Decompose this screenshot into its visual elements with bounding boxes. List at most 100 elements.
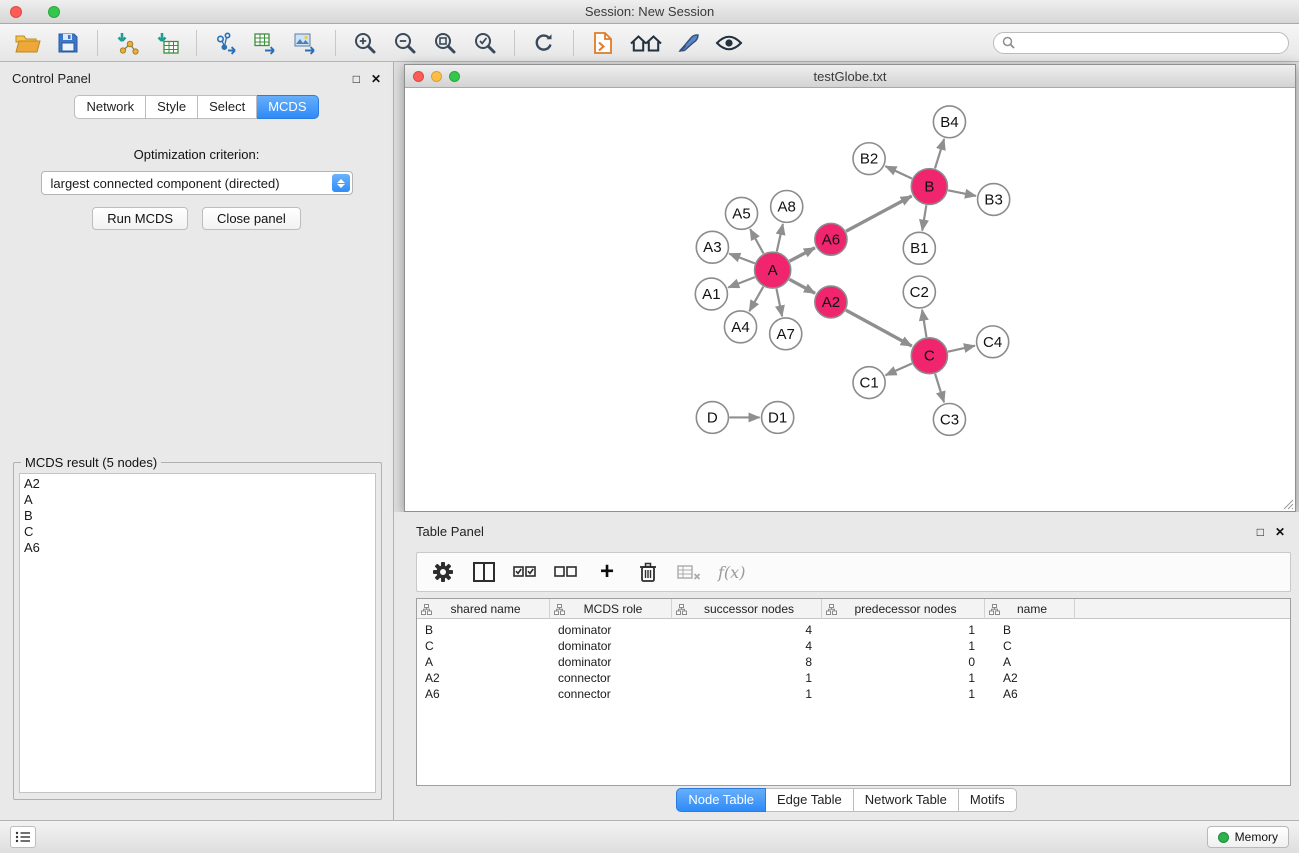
network-window-titlebar[interactable]: testGlobe.txt — [405, 65, 1295, 88]
run-mcds-button[interactable]: Run MCDS — [92, 207, 188, 230]
export-table-button[interactable] — [248, 27, 284, 59]
table-row[interactable]: A6connector11A6 — [417, 686, 1290, 702]
close-window-button[interactable] — [10, 6, 22, 18]
column-header-predecessor-nodes[interactable]: predecessor nodes — [822, 599, 985, 619]
graph-edge-C-C4[interactable] — [948, 346, 975, 352]
delete-column-button[interactable] — [636, 559, 660, 585]
deselect-all-columns-button[interactable] — [554, 559, 578, 585]
tab-network[interactable]: Network — [74, 95, 146, 119]
graph-node-A5[interactable]: A5 — [725, 197, 757, 229]
tab-motifs[interactable]: Motifs — [959, 788, 1017, 812]
close-panel-button[interactable]: Close panel — [202, 207, 301, 230]
column-header-mcds-role[interactable]: MCDS role — [550, 599, 672, 619]
network-graph[interactable]: B4 B2 B B3 A8 A5 A6 A3 B1 A C2 A1 A2 A4 A7 C4 C C1 C3 D D1 — [405, 88, 1295, 511]
graph-node-A1[interactable]: A1 — [695, 278, 727, 310]
tab-select[interactable]: Select — [198, 95, 257, 119]
graph-edge-A-A8[interactable] — [777, 224, 783, 252]
graph-node-A[interactable]: A — [755, 252, 791, 288]
first-neighbors-button[interactable] — [625, 27, 667, 59]
graph-node-C2[interactable]: C2 — [903, 276, 935, 308]
graph-node-C3[interactable]: C3 — [933, 404, 965, 436]
zoom-selected-button[interactable] — [467, 27, 503, 59]
close-table-panel-icon[interactable]: ✕ — [1275, 526, 1285, 538]
graph-edge-B-B2[interactable] — [885, 166, 912, 178]
result-item[interactable]: C — [24, 524, 371, 540]
graph-edge-B-B4[interactable] — [935, 139, 944, 168]
select-all-columns-button[interactable] — [513, 559, 537, 585]
result-item[interactable]: A2 — [24, 476, 371, 492]
close-panel-icon[interactable]: ✕ — [371, 73, 381, 85]
import-table-button[interactable] — [149, 27, 185, 59]
table-row[interactable]: A2connector11A2 — [417, 670, 1290, 686]
resize-grip[interactable] — [1282, 498, 1294, 510]
tab-mcds[interactable]: MCDS — [257, 95, 318, 119]
graph-edge-A-A4[interactable] — [749, 287, 763, 312]
graph-edge-C-C2[interactable] — [922, 310, 926, 337]
zoom-in-button[interactable] — [347, 27, 383, 59]
refresh-view-button[interactable] — [526, 27, 562, 59]
zoom-window-button[interactable] — [48, 6, 60, 18]
column-header-name[interactable]: name — [985, 599, 1075, 619]
graph-node-C[interactable]: C — [911, 338, 947, 374]
network-from-selection-button[interactable] — [585, 27, 621, 59]
result-item[interactable]: A — [24, 492, 371, 508]
title-bar[interactable]: Session: New Session — [0, 0, 1299, 24]
graph-edge-C-C1[interactable] — [886, 363, 912, 375]
graph-node-B2[interactable]: B2 — [853, 143, 885, 175]
graph-node-D1[interactable]: D1 — [762, 402, 794, 434]
graph-edge-C-C3[interactable] — [935, 374, 944, 403]
graph-edge-A-A6[interactable] — [790, 248, 815, 261]
network-zoom-button[interactable] — [449, 71, 460, 82]
create-column-button[interactable]: + — [595, 559, 619, 585]
graph-node-C1[interactable]: C1 — [853, 367, 885, 399]
network-view-window[interactable]: testGlobe.txt B4 B2 B B3 A8 A5 A6 A3 B1 A C2 A1 A2 A4… — [404, 64, 1296, 512]
column-header-shared-name[interactable]: shared name — [417, 599, 550, 619]
graph-node-A6[interactable]: A6 — [815, 223, 847, 255]
graph-edge-A2-C[interactable] — [846, 310, 912, 346]
export-network-button[interactable] — [208, 27, 244, 59]
network-minimize-button[interactable] — [431, 71, 442, 82]
open-session-button[interactable] — [10, 27, 46, 59]
column-header-successor-nodes[interactable]: successor nodes — [672, 599, 822, 619]
graph-node-A3[interactable]: A3 — [696, 231, 728, 263]
save-session-button[interactable] — [50, 27, 86, 59]
graph-node-B4[interactable]: B4 — [933, 106, 965, 138]
memory-indicator[interactable]: Memory — [1207, 826, 1289, 848]
tab-edge-table[interactable]: Edge Table — [766, 788, 854, 812]
graph-edge-B-B3[interactable] — [948, 190, 976, 196]
search-input[interactable] — [1020, 36, 1280, 50]
tab-node-table[interactable]: Node Table — [676, 788, 766, 812]
graph-node-B[interactable]: B — [911, 169, 947, 205]
zoom-fit-button[interactable] — [427, 27, 463, 59]
graph-edge-A-A1[interactable] — [728, 277, 755, 287]
search-box[interactable] — [993, 32, 1289, 54]
show-graphics-button[interactable] — [711, 27, 747, 59]
graph-edge-A-A7[interactable] — [776, 289, 782, 317]
float-table-panel-icon[interactable]: □ — [1257, 526, 1264, 538]
export-image-button[interactable] — [288, 27, 324, 59]
import-network-button[interactable] — [109, 27, 145, 59]
tab-network-table[interactable]: Network Table — [854, 788, 959, 812]
table-settings-button[interactable] — [431, 559, 455, 585]
table-row[interactable]: Cdominator41C — [417, 638, 1290, 654]
graph-node-A7[interactable]: A7 — [770, 318, 802, 350]
graph-node-A8[interactable]: A8 — [771, 191, 803, 223]
graph-node-C4[interactable]: C4 — [977, 326, 1009, 358]
result-item[interactable]: B — [24, 508, 371, 524]
graph-node-B1[interactable]: B1 — [903, 232, 935, 264]
table-row[interactable]: Adominator80A — [417, 654, 1290, 670]
zoom-out-button[interactable] — [387, 27, 423, 59]
show-columns-button[interactable] — [472, 559, 496, 585]
criterion-dropdown[interactable]: largest connected component (directed) — [41, 171, 353, 195]
graph-node-D[interactable]: D — [696, 402, 728, 434]
graph-edge-B-B1[interactable] — [922, 205, 926, 230]
graph-edge-A-A5[interactable] — [750, 229, 763, 253]
graph-node-A4[interactable]: A4 — [724, 311, 756, 343]
graph-node-A2[interactable]: A2 — [815, 286, 847, 318]
result-item[interactable]: A6 — [24, 540, 371, 556]
float-panel-icon[interactable]: □ — [353, 73, 360, 85]
table-row[interactable]: Bdominator41B — [417, 622, 1290, 638]
graph-node-B3[interactable]: B3 — [978, 184, 1010, 216]
apply-style-button[interactable] — [671, 27, 707, 59]
graph-edge-A-A2[interactable] — [789, 279, 815, 293]
